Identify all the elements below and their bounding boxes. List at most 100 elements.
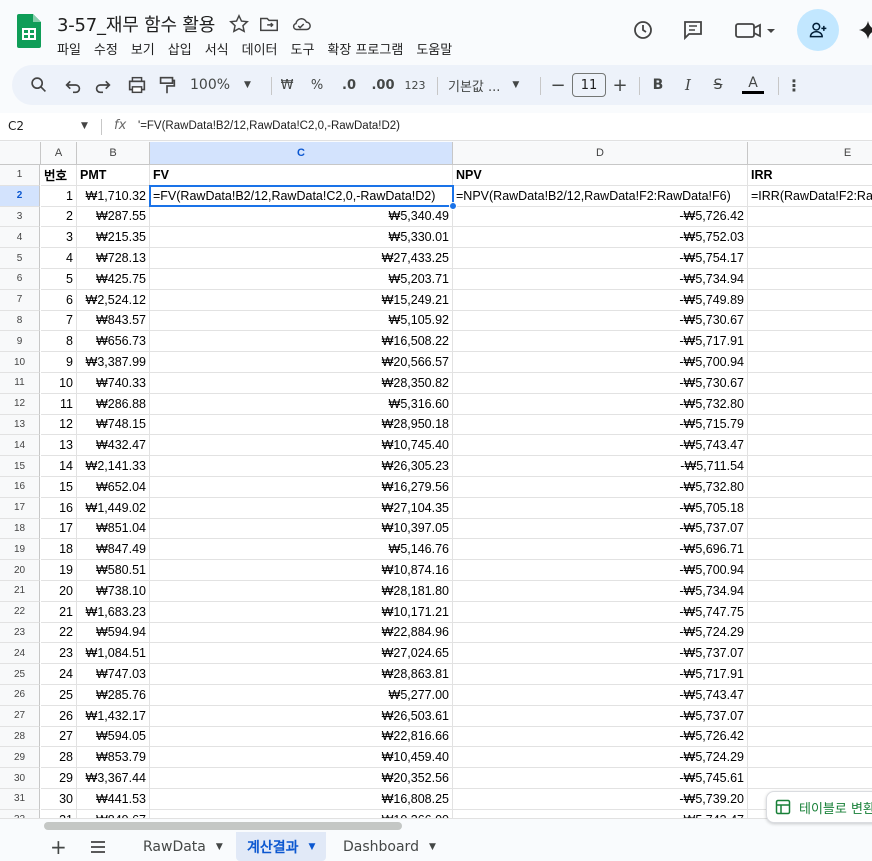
cloud-saved-icon[interactable] — [290, 13, 312, 35]
cell-fv[interactable]: ₩5,277.00 — [150, 685, 453, 706]
cell-pmt[interactable]: ₩1,683.23 — [77, 601, 150, 623]
cell-fv[interactable]: ₩10,745.40 — [150, 435, 453, 457]
all-sheets-icon[interactable] — [89, 832, 107, 861]
cell-fv[interactable]: ₩26,305.23 — [150, 456, 453, 477]
row-header[interactable]: 18 — [0, 518, 40, 540]
cell-pmt[interactable]: ₩425.75 — [77, 269, 150, 290]
cell-pmt[interactable]: ₩285.76 — [77, 685, 150, 706]
cell-number[interactable]: 7 — [41, 310, 77, 332]
row-header[interactable]: 14 — [0, 435, 40, 457]
cell-number[interactable]: 2 — [41, 206, 77, 228]
cell-fv[interactable]: ₩15,249.21 — [150, 289, 453, 311]
row-header[interactable]: 29 — [0, 747, 40, 769]
row-header[interactable]: 20 — [0, 560, 40, 581]
share-button[interactable] — [797, 9, 839, 51]
cell-npv[interactable]: -₩5,737.07 — [453, 643, 748, 665]
cell-pmt[interactable]: ₩215.35 — [77, 227, 150, 249]
cell-npv[interactable]: -₩5,749.89 — [453, 289, 748, 311]
cell-npv[interactable]: -₩5,730.67 — [453, 310, 748, 332]
cell-fv[interactable]: ₩28,950.18 — [150, 414, 453, 436]
cell-npv[interactable]: -₩5,726.42 — [453, 726, 748, 748]
cell-npv[interactable]: -₩5,696.71 — [453, 539, 748, 561]
cell-number[interactable]: 19 — [41, 560, 77, 581]
row-header[interactable]: 24 — [0, 643, 40, 665]
cell-b2[interactable]: ₩1,710.32 — [77, 185, 150, 207]
cell-irr[interactable] — [748, 560, 872, 581]
cell-fv[interactable]: ₩16,808.25 — [150, 789, 453, 810]
cell-fv[interactable]: ₩27,104.35 — [150, 497, 453, 519]
cell-fv[interactable]: ₩26,503.61 — [150, 705, 453, 727]
row-header[interactable]: 30 — [0, 768, 40, 789]
cell-number[interactable]: 30 — [41, 789, 77, 810]
cell-irr[interactable] — [748, 394, 872, 415]
cell-fv[interactable]: ₩22,816.66 — [150, 726, 453, 748]
cell-number[interactable]: 10 — [41, 373, 77, 394]
cell-d1[interactable]: NPV — [453, 165, 748, 186]
cell-irr[interactable] — [748, 311, 872, 332]
row-header[interactable]: 2 — [0, 185, 40, 207]
cell-npv[interactable]: -₩5,752.03 — [453, 227, 748, 249]
cell-irr[interactable] — [748, 747, 872, 769]
cell-e2[interactable]: =IRR(RawData!F2:Ra — [748, 186, 872, 207]
cell-number[interactable]: 29 — [41, 768, 77, 789]
row-header[interactable]: 25 — [0, 664, 40, 685]
cell-irr[interactable] — [748, 685, 872, 706]
menu-file[interactable]: 파일 — [57, 39, 81, 58]
cell-irr[interactable] — [748, 352, 872, 373]
font-size-input[interactable]: 11 — [572, 73, 606, 97]
cell-irr[interactable] — [748, 227, 872, 249]
cell-fv[interactable]: ₩5,316.60 — [150, 393, 453, 415]
cell-a1[interactable]: 번호 — [41, 165, 77, 186]
text-color-button[interactable]: A — [740, 65, 766, 105]
cell-fv[interactable]: ₩28,181.80 — [150, 581, 453, 602]
cell-fv[interactable]: ₩5,330.01 — [150, 227, 453, 249]
column-header-a[interactable]: A — [41, 142, 77, 165]
cell-pmt[interactable]: ₩2,141.33 — [77, 456, 150, 477]
cell-number[interactable]: 11 — [41, 393, 77, 415]
cell-npv[interactable]: -₩5,743.47 — [453, 435, 748, 457]
cell-irr[interactable] — [748, 768, 872, 789]
cell-pmt[interactable]: ₩851.04 — [77, 518, 150, 540]
redo-icon[interactable] — [92, 65, 114, 105]
cell-irr[interactable] — [748, 435, 872, 457]
cell-irr[interactable] — [748, 207, 872, 228]
cell-npv[interactable]: -₩5,724.29 — [453, 747, 748, 769]
cell-number[interactable]: 18 — [41, 539, 77, 561]
tab-rawdata[interactable]: RawData ▼ — [131, 832, 235, 861]
cell-pmt[interactable]: ₩580.51 — [77, 560, 150, 581]
cell-pmt[interactable]: ₩1,432.17 — [77, 705, 150, 727]
cell-irr[interactable] — [748, 498, 872, 519]
tab-results[interactable]: 계산결과 ▼ — [236, 832, 327, 861]
cell-number[interactable]: 28 — [41, 747, 77, 769]
print-icon[interactable] — [126, 65, 148, 105]
decrease-font-size-button[interactable]: − — [548, 65, 568, 105]
menu-edit[interactable]: 수정 — [94, 39, 118, 58]
menu-view[interactable]: 보기 — [131, 39, 155, 58]
bold-button[interactable]: B — [648, 65, 668, 105]
cell-number[interactable]: 22 — [41, 622, 77, 644]
cell-e1[interactable]: IRR — [748, 165, 872, 186]
move-folder-icon[interactable] — [258, 13, 280, 35]
cell-npv[interactable]: -₩5,715.79 — [453, 414, 748, 436]
cell-number[interactable]: 8 — [41, 331, 77, 353]
cell-npv[interactable]: -₩5,730.67 — [453, 373, 748, 394]
horizontal-scrollbar[interactable] — [0, 818, 872, 832]
cell-number[interactable]: 27 — [41, 726, 77, 748]
cell-npv[interactable]: -₩5,737.07 — [453, 705, 748, 727]
cell-npv[interactable]: -₩5,743.47 — [453, 685, 748, 706]
row-header[interactable]: 4 — [0, 227, 40, 249]
cell-number[interactable]: 15 — [41, 477, 77, 498]
cell-irr[interactable] — [748, 706, 872, 727]
cell-npv[interactable]: -₩5,734.94 — [453, 581, 748, 602]
gemini-icon[interactable] — [858, 20, 872, 40]
cell-pmt[interactable]: ₩3,367.44 — [77, 768, 150, 789]
meet-video-icon[interactable] — [734, 18, 778, 42]
cell-irr[interactable] — [748, 456, 872, 477]
cell-irr[interactable] — [748, 373, 872, 394]
menu-format[interactable]: 서식 — [205, 39, 229, 58]
cell-pmt[interactable]: ₩594.05 — [77, 726, 150, 748]
strikethrough-button[interactable]: S — [708, 65, 728, 105]
cell-number[interactable]: 17 — [41, 518, 77, 540]
row-header[interactable]: 7 — [0, 289, 40, 311]
cell-npv[interactable]: -₩5,754.17 — [453, 248, 748, 269]
